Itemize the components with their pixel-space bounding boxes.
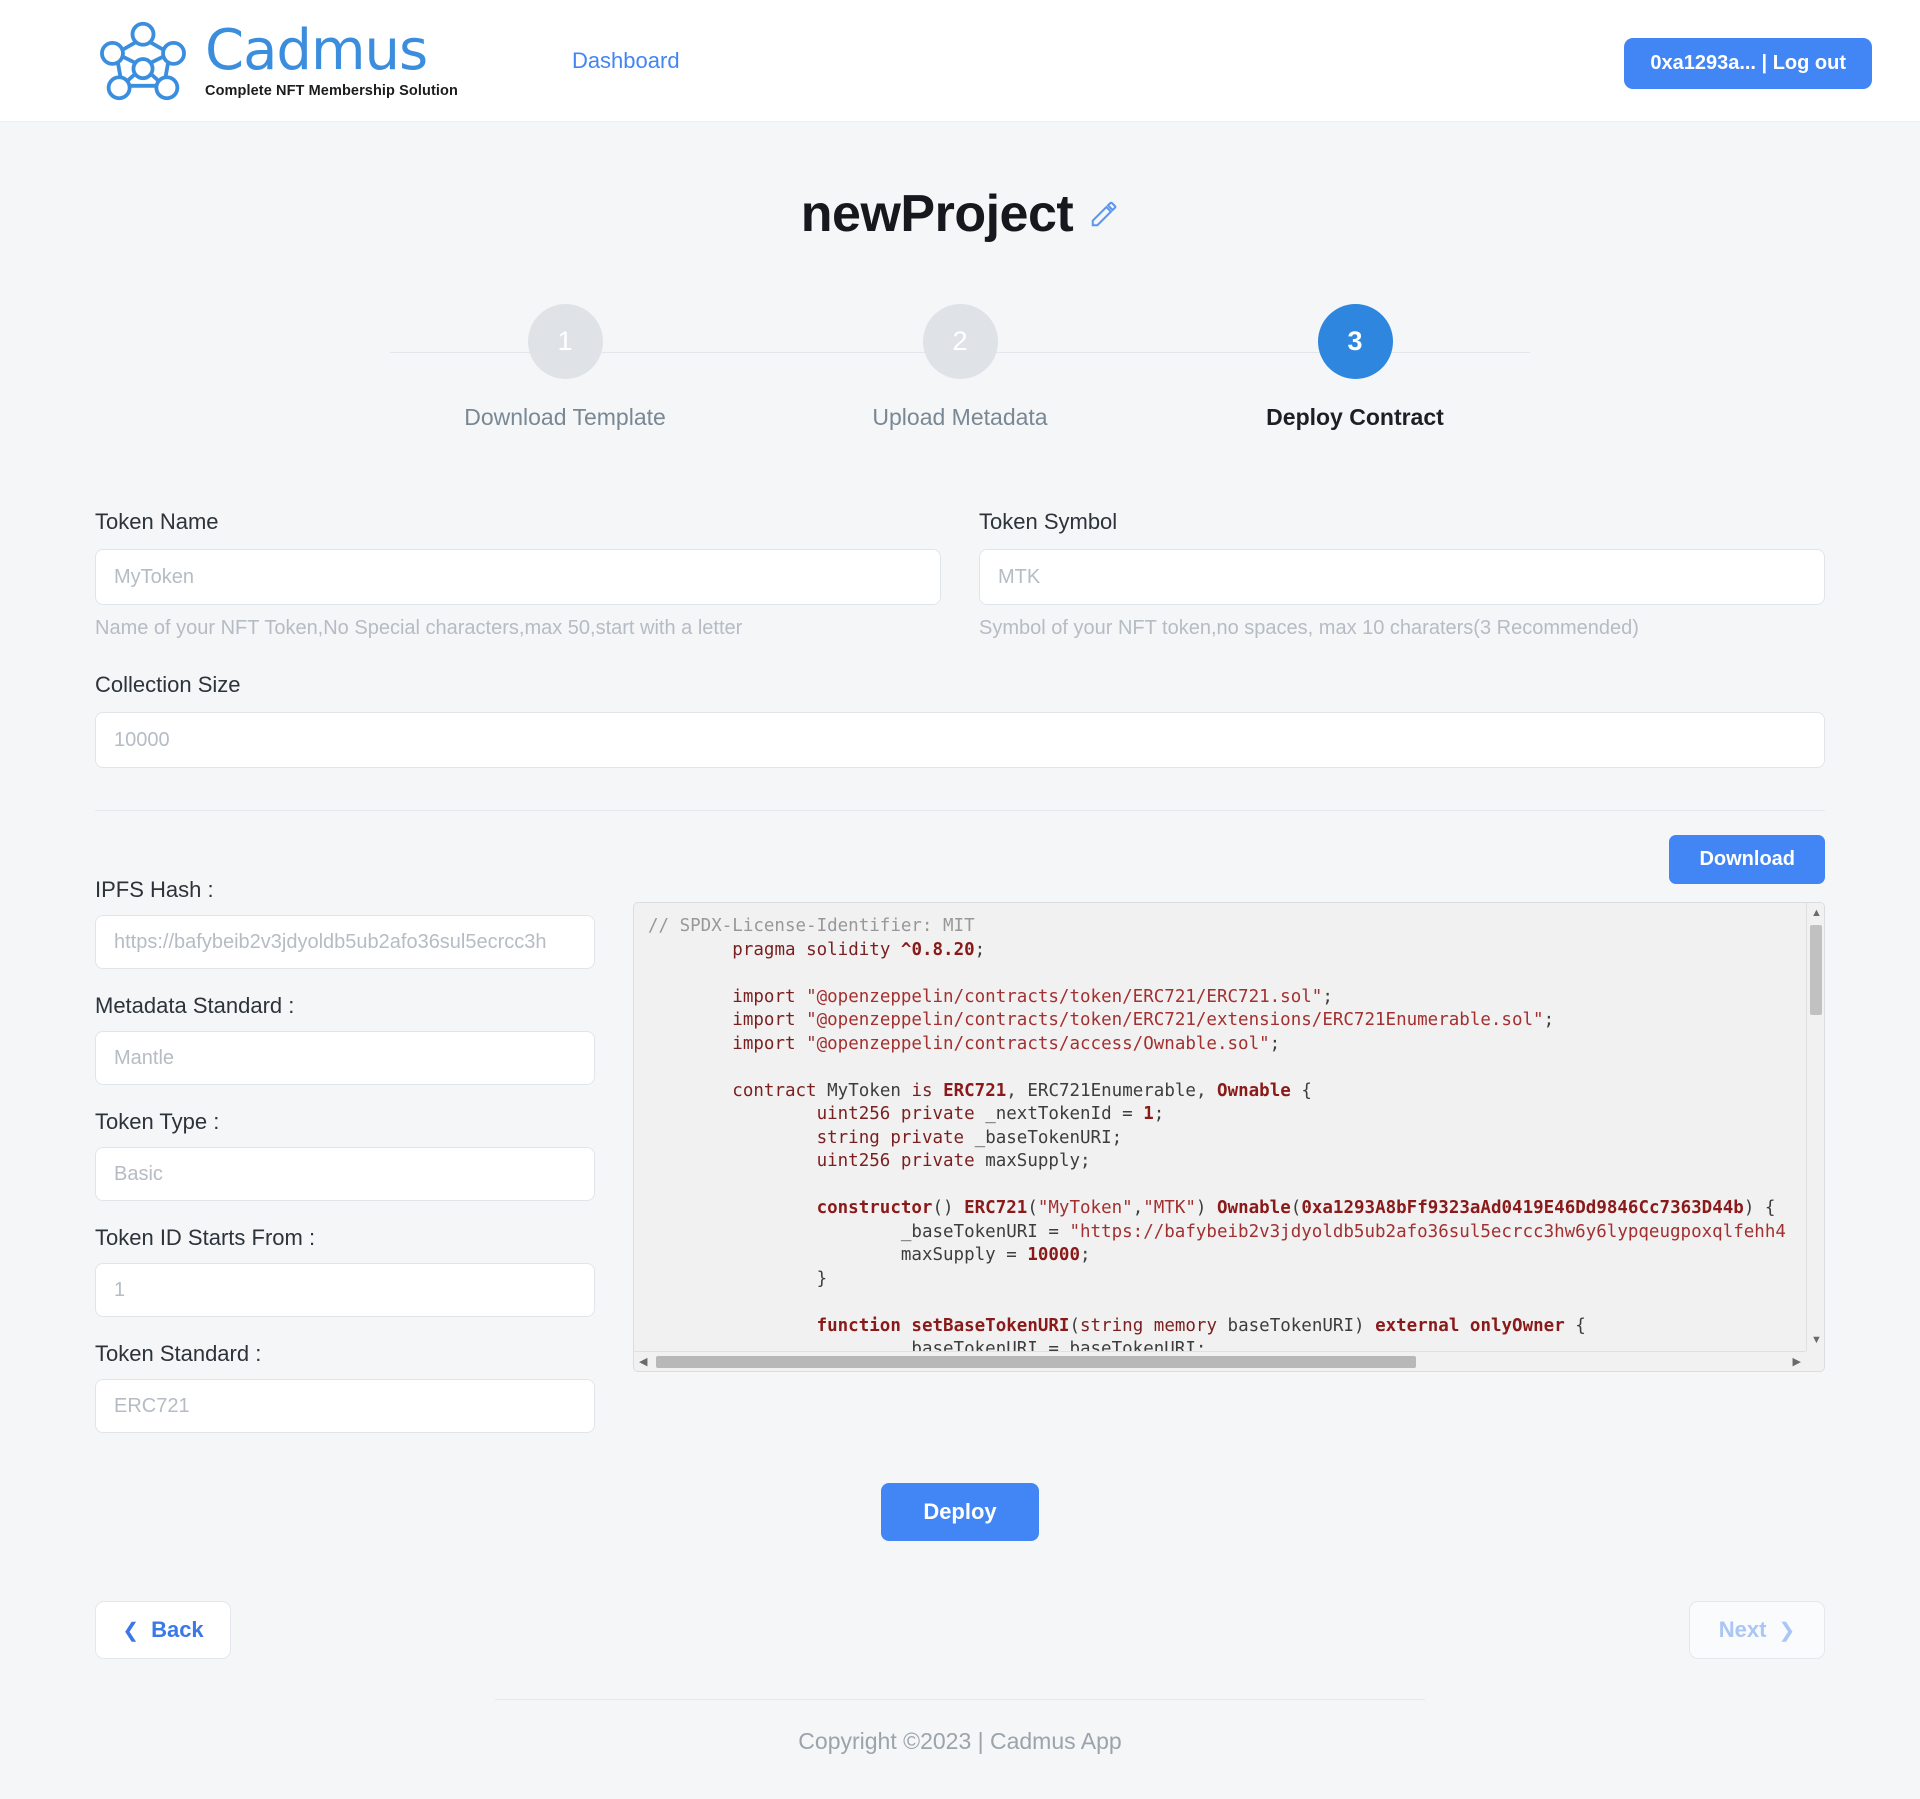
nav-link-dashboard[interactable]: Dashboard [572, 48, 680, 74]
brand-logo-group[interactable]: Cadmus Complete NFT Membership Solution [95, 19, 458, 103]
scroll-down-arrow-icon[interactable]: ▼ [1811, 1335, 1822, 1346]
horizontal-scroll-thumb[interactable] [656, 1356, 1416, 1368]
token-id-start-label: Token ID Starts From : [95, 1225, 316, 1250]
token-name-helper: Name of your NFT Token,No Special charac… [95, 617, 743, 639]
progress-stepper: 1 Download Template 2 Upload Metadata 3 … [390, 304, 1530, 454]
scroll-left-arrow-icon[interactable]: ◀ [639, 1357, 647, 1368]
stepper-steps: 1 Download Template 2 Upload Metadata 3 … [390, 304, 1530, 431]
step-number-3[interactable]: 3 [1317, 304, 1393, 379]
section-divider [95, 810, 1825, 811]
token-symbol-field-group: Token Symbol Symbol of your NFT token,no… [979, 509, 1825, 640]
token-type-field-group: Token Type : [95, 1109, 595, 1201]
download-row: Download [633, 835, 1825, 884]
account-logout-button[interactable]: 0xa1293a... | Log out [1624, 38, 1872, 89]
collection-size-input[interactable] [95, 712, 1825, 768]
token-symbol-helper: Symbol of your NFT token,no spaces, max … [979, 617, 1639, 639]
back-button[interactable]: ❮ Back [95, 1601, 231, 1659]
token-name-label: Token Name [95, 509, 219, 534]
scroll-up-arrow-icon[interactable]: ▲ [1811, 908, 1822, 919]
deploy-button[interactable]: Deploy [881, 1483, 1039, 1541]
token-id-start-field-group: Token ID Starts From : [95, 1225, 595, 1317]
next-button[interactable]: Next ❯ [1689, 1601, 1825, 1659]
token-symbol-input[interactable] [979, 549, 1825, 605]
contract-params-column: IPFS Hash : Metadata Standard : Token Ty… [95, 835, 595, 1433]
project-title-row: newProject [0, 184, 1920, 244]
step-number-2[interactable]: 2 [922, 304, 998, 379]
ipfs-hash-label: IPFS Hash : [95, 877, 214, 902]
chevron-right-icon: ❯ [1778, 1619, 1796, 1642]
scroll-right-arrow-icon[interactable]: ▶ [1793, 1357, 1801, 1368]
step-label-3: Deploy Contract [1266, 404, 1444, 430]
code-scroll-region[interactable]: // SPDX-License-Identifier: MIT pragma s… [634, 903, 1806, 1351]
token-standard-field-group: Token Standard : [95, 1341, 595, 1433]
token-symbol-label: Token Symbol [979, 509, 1118, 534]
deploy-action-row: Deploy [0, 1483, 1920, 1541]
token-type-label: Token Type : [95, 1109, 220, 1134]
top-navbar: Cadmus Complete NFT Membership Solution … [0, 0, 1920, 122]
back-button-label: Back [151, 1617, 204, 1642]
next-button-label: Next [1718, 1617, 1767, 1642]
page-title: newProject [800, 185, 1074, 243]
step-label-1: Download Template [464, 404, 666, 430]
token-form-row: Token Name Name of your NFT Token,No Spe… [95, 509, 1825, 648]
pencil-edit-icon[interactable] [1089, 199, 1119, 229]
contract-code-column: Download // SPDX-License-Identifier: MIT… [633, 835, 1825, 1372]
token-type-input[interactable] [95, 1147, 595, 1201]
metadata-standard-label: Metadata Standard : [95, 993, 295, 1018]
token-name-field-group: Token Name Name of your NFT Token,No Spe… [95, 509, 941, 640]
token-name-input[interactable] [95, 549, 941, 605]
step-label-2: Upload Metadata [872, 404, 1048, 430]
contract-code-viewer[interactable]: // SPDX-License-Identifier: MIT pragma s… [633, 902, 1825, 1372]
code-horizontal-scrollbar[interactable]: ◀ ▶ [634, 1351, 1806, 1371]
vertical-scroll-thumb[interactable] [1810, 925, 1822, 1015]
metadata-standard-input[interactable] [95, 1031, 595, 1085]
step-download-template[interactable]: 1 Download Template [455, 304, 675, 431]
collection-size-field-group: Collection Size [95, 672, 1825, 768]
wizard-navigation-row: ❮ Back Next ❯ [95, 1601, 1825, 1659]
token-standard-label: Token Standard : [95, 1341, 262, 1366]
step-upload-metadata[interactable]: 2 Upload Metadata [850, 304, 1070, 431]
metadata-standard-field-group: Metadata Standard : [95, 993, 595, 1085]
brand-name: Cadmus [205, 17, 428, 83]
network-nodes-icon [100, 21, 186, 100]
token-id-start-input[interactable] [95, 1263, 595, 1317]
collection-size-label: Collection Size [95, 672, 241, 697]
code-vertical-scrollbar[interactable]: ▲ ▼ [1806, 903, 1824, 1351]
deploy-panel: IPFS Hash : Metadata Standard : Token Ty… [95, 835, 1825, 1433]
step-number-1[interactable]: 1 [527, 304, 603, 379]
ipfs-hash-input[interactable] [95, 915, 595, 969]
download-button[interactable]: Download [1669, 835, 1825, 884]
ipfs-hash-field-group: IPFS Hash : [95, 877, 595, 969]
token-form: Token Name Name of your NFT Token,No Spe… [95, 509, 1825, 768]
step-deploy-contract[interactable]: 3 Deploy Contract [1245, 304, 1465, 431]
chevron-left-icon: ❮ [122, 1619, 140, 1642]
brand-tagline: Complete NFT Membership Solution [205, 82, 458, 99]
solidity-source-code: // SPDX-License-Identifier: MIT pragma s… [648, 916, 1786, 1351]
footer-copyright: Copyright ©2023 | Cadmus App [798, 1728, 1122, 1754]
token-standard-input[interactable] [95, 1379, 595, 1433]
page-body: newProject 1 Download Template 2 Upload … [0, 184, 1920, 1799]
